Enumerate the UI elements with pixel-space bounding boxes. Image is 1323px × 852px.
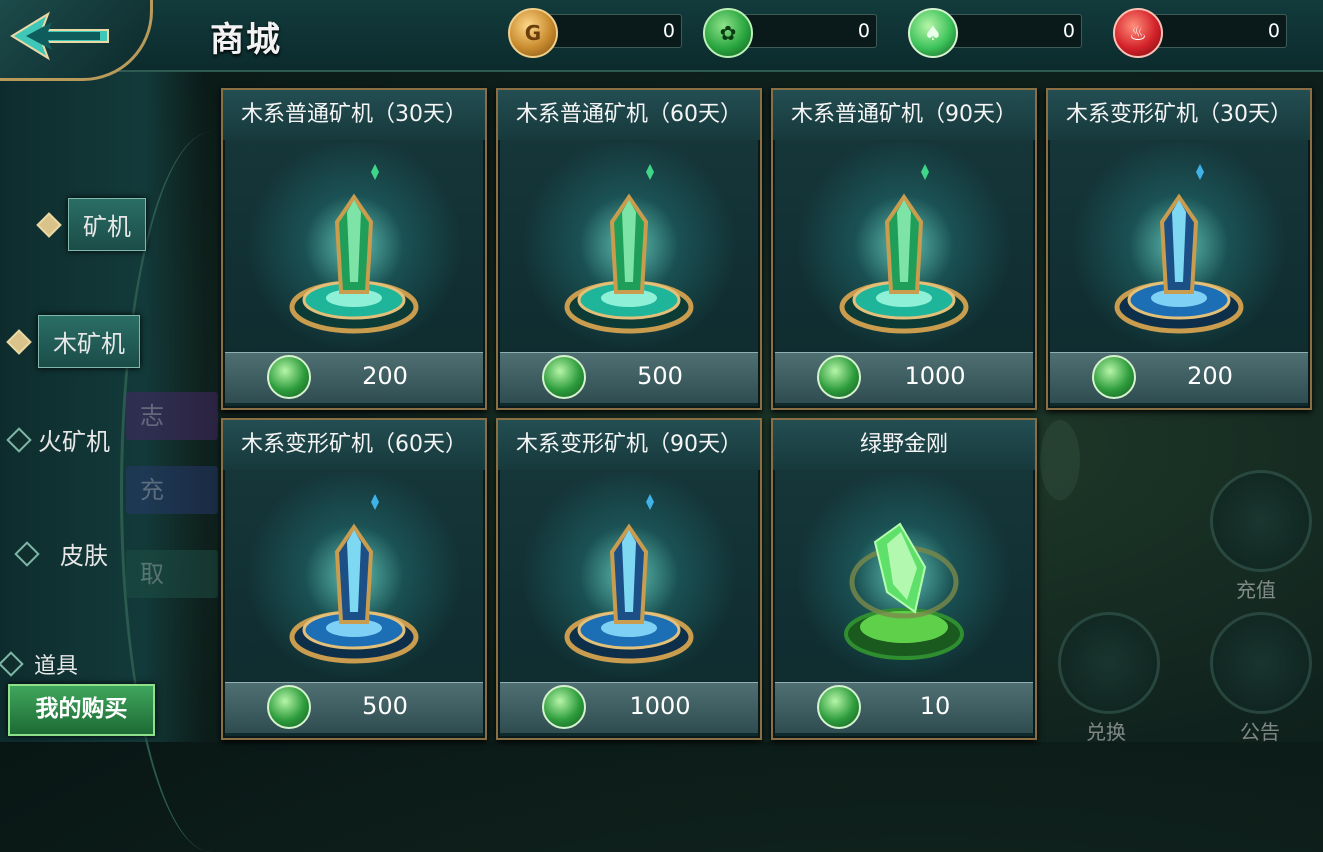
currency-green-crystal: ♠ 0 [908, 8, 1082, 58]
green-crystal-icon [542, 685, 586, 729]
recharge-button[interactable] [1210, 470, 1312, 572]
product-title: 木系变形矿机（60天） [223, 420, 485, 470]
diamond-marker-icon [0, 651, 24, 677]
product-price: 500 [637, 362, 683, 390]
product-card[interactable]: 木系普通矿机（90天） 1000 [771, 88, 1037, 410]
product-price: 10 [919, 692, 951, 720]
product-card[interactable]: 木系变形矿机（90天） 1000 [496, 418, 762, 740]
product-price: 1000 [629, 692, 691, 720]
currency-green-token-value: 0 [857, 20, 870, 42]
green-token-icon: ✿ [703, 8, 753, 58]
sidebar-item-skin[interactable]: 皮肤 [14, 536, 108, 571]
red-flame-icon: ♨ [1113, 8, 1163, 58]
price-bar[interactable]: 500 [500, 352, 758, 403]
sidebar-item-fire-miner[interactable]: 火矿机 [6, 422, 110, 457]
back-arrow-icon [10, 11, 109, 61]
diamond-marker-icon [36, 211, 62, 238]
currency-red-flame-value: 0 [1267, 20, 1280, 42]
price-bar[interactable]: 1000 [775, 352, 1033, 403]
background-disc [1040, 420, 1080, 500]
green-crystal-icon [817, 355, 861, 399]
product-title: 木系普通矿机（90天） [773, 90, 1035, 140]
product-card[interactable]: 木系普通矿机（30天） 200 [221, 88, 487, 410]
currency-green-token: ✿ 0 [703, 8, 877, 58]
product-price: 200 [1187, 362, 1233, 390]
product-price: 200 [362, 362, 408, 390]
exchange-button[interactable] [1058, 612, 1160, 714]
product-image [500, 142, 758, 348]
green-crystal-icon [817, 685, 861, 729]
green-crystal-icon [267, 355, 311, 399]
product-title: 木系普通矿机（30天） [223, 90, 485, 140]
sidebar-item-props[interactable]: 道具 [0, 648, 79, 680]
sidebar-item-label: 火矿机 [38, 428, 110, 456]
price-bar[interactable]: 200 [225, 352, 483, 403]
ghost-tab-2: 充 [126, 466, 218, 514]
sidebar-item-miner[interactable]: 矿机 [36, 198, 146, 251]
green-crystal-icon [542, 355, 586, 399]
ghost-tab-3: 取 [126, 550, 218, 598]
diamond-marker-icon [6, 328, 32, 355]
product-card[interactable]: 绿野金刚 10 [771, 418, 1037, 740]
product-card[interactable]: 木系变形矿机（30天） 200 [1046, 88, 1312, 410]
diamond-marker-icon [14, 540, 40, 567]
price-bar[interactable]: 200 [1050, 352, 1308, 403]
product-image [225, 472, 483, 678]
sidebar-item-wood-miner[interactable]: 木矿机 [6, 315, 140, 368]
sidebar-item-label: 道具 [34, 654, 79, 679]
ghost-tab-1: 志 [126, 392, 218, 440]
currency-green-crystal-value: 0 [1062, 20, 1075, 42]
product-title: 绿野金刚 [773, 420, 1035, 470]
price-bar[interactable]: 10 [775, 682, 1033, 733]
top-bar: 商城 G 0 ✿ 0 ♠ 0 ♨ 0 [0, 0, 1323, 72]
product-title: 木系变形矿机（90天） [498, 420, 760, 470]
product-image [500, 472, 758, 678]
diamond-marker-icon [6, 426, 32, 453]
product-title: 木系变形矿机（30天） [1048, 90, 1310, 140]
notice-label: 公告 [1240, 720, 1280, 744]
product-image [775, 472, 1033, 678]
green-crystal-icon [267, 685, 311, 729]
sidebar-item-label: 皮肤 [60, 542, 108, 570]
product-image [1050, 142, 1308, 348]
currency-gold-value: 0 [662, 20, 675, 42]
product-price: 500 [362, 692, 408, 720]
exchange-label: 兑换 [1086, 720, 1126, 744]
price-bar[interactable]: 1000 [500, 682, 758, 733]
recharge-label: 充值 [1236, 578, 1276, 602]
product-card[interactable]: 木系变形矿机（60天） 500 [221, 418, 487, 740]
currency-red-flame: ♨ 0 [1113, 8, 1287, 58]
gold-coin-icon: G [508, 8, 558, 58]
sidebar-item-label: 矿机 [68, 198, 146, 251]
product-image [775, 142, 1033, 348]
green-crystal-icon: ♠ [908, 8, 958, 58]
green-crystal-icon [1092, 355, 1136, 399]
product-price: 1000 [904, 362, 966, 390]
price-bar[interactable]: 500 [225, 682, 483, 733]
product-card[interactable]: 木系普通矿机（60天） 500 [496, 88, 762, 410]
product-image [225, 142, 483, 348]
sidebar-item-label: 木矿机 [38, 315, 140, 368]
my-purchases-button[interactable]: 我的购买 [8, 684, 155, 736]
currency-gold: G 0 [508, 8, 682, 58]
product-title: 木系普通矿机（60天） [498, 90, 760, 140]
notice-button[interactable] [1210, 612, 1312, 714]
page-title: 商城 [210, 20, 282, 60]
